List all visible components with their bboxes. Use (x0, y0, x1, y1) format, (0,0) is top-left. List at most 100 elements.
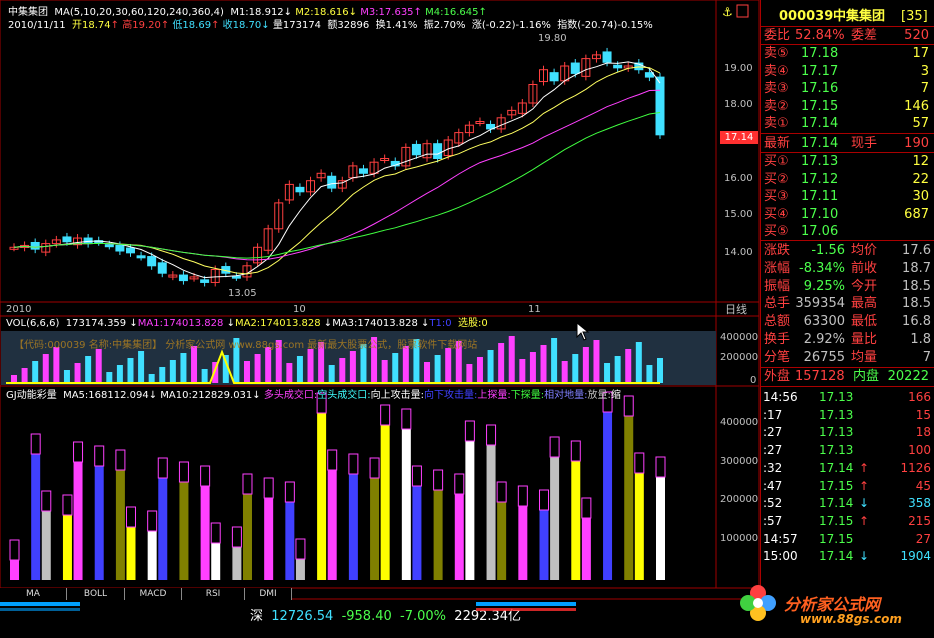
stat-value: 18.7 (902, 260, 931, 276)
tick-row: :17 17.13 15 (761, 406, 934, 424)
bar-amplitude: 振2.70% (423, 20, 466, 31)
bar-volume: 量173174 (272, 20, 322, 31)
stock-name-quote: 中集集团 (833, 9, 886, 24)
vol-bar (582, 347, 589, 383)
vol-bar (508, 336, 515, 383)
vol-bar (180, 353, 187, 383)
tick-row: :27 17.13 18 (761, 423, 934, 441)
weibi-value: 52.84% (795, 28, 845, 43)
gj-bar-outline (9, 539, 20, 561)
gj-bar-outline (41, 490, 52, 512)
vol-bar (148, 374, 155, 383)
stat-label: 总额 (764, 314, 791, 330)
gj-bar-outline (369, 457, 380, 479)
tick-time: 15:00 (763, 549, 798, 564)
buy-volume: 12 (912, 154, 929, 169)
gj-bar (73, 462, 83, 580)
bar-low: 低18.69 (172, 20, 212, 31)
price-tick-15: 15.00 (724, 209, 753, 220)
gj-bar (486, 445, 496, 580)
tick-price: 17.13 (819, 443, 854, 458)
stat-value: 7 (922, 349, 931, 365)
candle-body (613, 64, 623, 69)
index-value: 12726.54 (271, 609, 334, 624)
period-label[interactable]: 日线 (725, 304, 747, 316)
sell-volume: 3 (920, 63, 929, 79)
candle-body (644, 72, 654, 78)
gj-tick-100000: 100000 (720, 533, 759, 544)
gj-bar (539, 510, 549, 580)
gj-bar-outline (115, 449, 126, 471)
tab-rsi[interactable]: RSI (182, 588, 245, 600)
stat-label: 换手 (764, 332, 791, 347)
gj-bar (115, 470, 125, 580)
buy-price: 17.06 (801, 224, 839, 239)
sell-level-label: 卖⑤ (764, 46, 789, 61)
tab-ma[interactable]: MA (0, 588, 67, 600)
x-label-10: 10 (293, 304, 306, 315)
gj-bar-outline (401, 408, 412, 430)
tick-time: 14:56 (763, 390, 798, 404)
candle-body (295, 186, 305, 193)
stat-row: 涨幅 -8.34% 前收 18.7 (761, 260, 934, 277)
tick-volume: 215 (908, 513, 931, 528)
vol-ma1: MA1:174013.828 (137, 318, 224, 329)
vol-bar (572, 354, 579, 383)
tick-row: 15:00 17.14 ↓ 1904 (761, 547, 934, 565)
tick-volume: 45 (915, 478, 931, 493)
candle-body (136, 255, 146, 259)
tick-price: 17.14 (819, 496, 854, 511)
vol-bar (392, 353, 399, 383)
stat-label: 最低 (851, 314, 878, 330)
gj-bar-outline (62, 494, 73, 516)
tab-macd[interactable]: MACD (125, 588, 182, 600)
vol-bar (657, 358, 663, 383)
gj-bar (285, 502, 295, 580)
sell-row: 卖④ 17.17 3 (761, 63, 934, 80)
window-icon[interactable] (736, 4, 749, 18)
gj-bar (624, 416, 634, 580)
latest-row: 最新 17.14 现手 190 (761, 135, 934, 152)
bar-open: 开18.74 (72, 20, 111, 31)
tab-boll[interactable]: BOLL (67, 588, 125, 600)
stat-label: 分笔 (764, 349, 791, 365)
gj-bar-outline (634, 452, 645, 474)
gj-bar-outline (284, 481, 295, 503)
tick-price: 17.13 (819, 407, 854, 422)
sell-level-label: 卖③ (764, 81, 789, 96)
stat-label: 前收 (851, 260, 878, 276)
vol-bar (593, 340, 600, 383)
vol-ma3: MA3:174013.828 (332, 318, 418, 329)
vol-bar (169, 360, 176, 383)
vol-tick-0: 0 (750, 375, 757, 386)
vol-bar (116, 365, 123, 383)
gj-bar (370, 478, 380, 580)
weibi-label: 委比 (764, 28, 791, 43)
stat-label: 涨跌 (764, 243, 791, 258)
vol-bar (635, 342, 642, 383)
gj-bar (465, 441, 475, 580)
gj-tick-400000: 400000 (720, 417, 759, 428)
buy-volume: 22 (912, 171, 929, 187)
gj-legend-item: 向下攻击量: (424, 390, 478, 401)
candle-body (104, 244, 114, 248)
gj-tick-300000: 300000 (720, 456, 759, 467)
buy-row: 买③ 17.11 30 (761, 188, 934, 205)
stat-label: 均量 (851, 349, 878, 365)
indicator-tabs: MA BOLL MACD RSI DMI (0, 588, 760, 600)
gj-bar-outline (200, 465, 211, 487)
vol-bar (466, 364, 473, 383)
tick-row: :52 17.14 ↓ 358 (761, 494, 934, 512)
buy-level-label: 买⑤ (764, 224, 789, 239)
tab-dmi[interactable]: DMI (245, 588, 292, 600)
waipan-value: 157128 (795, 369, 845, 384)
vol-value: 173174.359 (65, 318, 127, 329)
chart-area[interactable]: ⚓ 中集集团 MA(5,10,20,30,60,120,240,360,4) M… (0, 0, 760, 600)
gj-bar (412, 486, 422, 580)
tick-price: 17.13 (819, 390, 854, 404)
tick-price: 17.15 (819, 513, 854, 528)
gj-bar (348, 474, 358, 580)
gj-title: GJ动能彩量 (6, 390, 57, 401)
anchor-icon[interactable]: ⚓ (722, 5, 733, 19)
chart-canvas[interactable]: ⚓ (0, 0, 760, 600)
